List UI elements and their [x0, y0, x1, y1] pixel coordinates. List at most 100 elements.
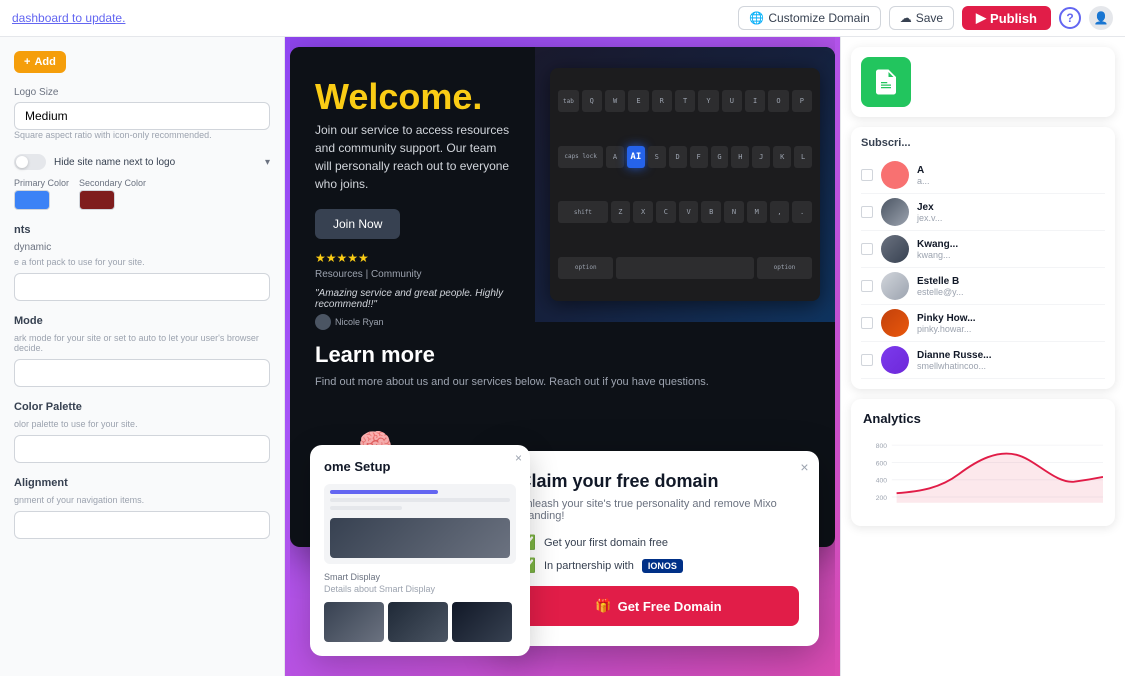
- font-label: nts: [14, 224, 270, 236]
- right-panel: Subscri... A a... Jex jex.v...: [840, 37, 1125, 676]
- user-icon: 👤: [1094, 11, 1109, 25]
- sub-name: Pinky How...: [917, 313, 1105, 324]
- keyboard-row-4: option option: [558, 242, 812, 293]
- color-palette-label: Color Palette: [14, 401, 270, 413]
- home-setup-close[interactable]: ×: [515, 451, 522, 465]
- sub-name: A: [917, 165, 1105, 176]
- table-row: Dianne Russe... smellwhatincoo...: [861, 342, 1105, 379]
- preview-bar-1: [330, 498, 510, 502]
- row-checkbox[interactable]: [861, 206, 873, 218]
- key-space: [616, 257, 754, 279]
- home-setup-title: ome Setup: [324, 459, 516, 474]
- primary-color-swatch[interactable]: [14, 190, 50, 210]
- publish-icon: ▶: [976, 10, 986, 26]
- save-button[interactable]: ☁ Save: [889, 6, 954, 30]
- svg-text:600: 600: [876, 460, 887, 467]
- thumbnail-3: [452, 602, 512, 642]
- domain-card-close[interactable]: ×: [800, 459, 808, 475]
- key-ai: AI: [627, 146, 645, 168]
- color-palette-select[interactable]: [14, 435, 270, 463]
- sub-email: jex.v...: [917, 213, 1105, 223]
- sub-avatar: [881, 235, 909, 263]
- add-section: + Add: [14, 51, 270, 73]
- learn-more-text: Find out more about us and our services …: [315, 374, 810, 391]
- hide-site-name-label: Hide site name next to logo: [54, 157, 175, 168]
- sub-avatar: [881, 272, 909, 300]
- add-button[interactable]: + Add: [14, 51, 66, 73]
- keyboard-row-3: shift Z X C V B N M , .: [558, 187, 812, 238]
- publish-button[interactable]: ▶ Publish: [962, 6, 1051, 30]
- row-checkbox[interactable]: [861, 280, 873, 292]
- hide-site-name-toggle[interactable]: [14, 154, 46, 170]
- key-option: option: [558, 257, 613, 279]
- keyboard-row-2: caps lock A AI S D F G H J K L: [558, 131, 812, 182]
- top-bar-left: dashboard to update.: [12, 11, 125, 25]
- domain-check-1: ✅ Get your first domain free: [519, 534, 799, 551]
- join-now-button[interactable]: Join Now: [315, 209, 400, 239]
- table-row: A a...: [861, 157, 1105, 194]
- left-panel: + Add Logo Size Medium Square aspect rat…: [0, 37, 285, 676]
- sub-info: Estelle B estelle@y...: [917, 276, 1105, 297]
- sub-email: estelle@y...: [917, 287, 1105, 297]
- sub-email: pinky.howar...: [917, 324, 1105, 334]
- domain-claim-card: × Claim your free domain Unleash your si…: [499, 451, 819, 646]
- google-sheets-icon: [861, 57, 911, 107]
- top-bar: dashboard to update. 🌐 Customize Domain …: [0, 0, 1125, 37]
- get-free-domain-button[interactable]: 🎁 Get Free Domain: [519, 586, 799, 626]
- logo-size-section: Logo Size Medium Square aspect ratio wit…: [14, 87, 270, 140]
- secondary-color-group: Secondary Color: [79, 178, 146, 210]
- preview-bar-short: [330, 506, 402, 510]
- key-tab: tab: [558, 90, 578, 112]
- learn-more-section: Learn more Find out more about us and ou…: [290, 322, 835, 411]
- sub-name: Kwang...: [917, 239, 1105, 250]
- canvas-area: Welcome. Join our service to access reso…: [290, 37, 835, 676]
- help-button[interactable]: ?: [1059, 7, 1081, 29]
- testimonial-text: "Amazing service and great people. Highl…: [315, 288, 510, 310]
- ionos-partner: IONOS: [642, 559, 683, 573]
- alignment-hint: gnment of your navigation items.: [14, 495, 270, 505]
- ionos-badge: IONOS: [642, 559, 683, 573]
- sub-info: Pinky How... pinky.howar...: [917, 313, 1105, 334]
- row-checkbox[interactable]: [861, 354, 873, 366]
- row-checkbox[interactable]: [861, 243, 873, 255]
- user-avatar[interactable]: 👤: [1089, 6, 1113, 30]
- color-row: Primary Color Secondary Color: [14, 178, 270, 210]
- alignment-select[interactable]: [14, 511, 270, 539]
- save-icon: ☁: [900, 11, 912, 25]
- key-shift: shift: [558, 201, 607, 223]
- subscribers-card: Subscri... A a... Jex jex.v...: [851, 127, 1115, 389]
- table-row: Estelle B estelle@y...: [861, 268, 1105, 305]
- row-checkbox[interactable]: [861, 169, 873, 181]
- globe-icon: 🌐: [749, 11, 764, 25]
- customize-domain-button[interactable]: 🌐 Customize Domain: [738, 6, 880, 30]
- mode-select[interactable]: [14, 359, 270, 387]
- gift-icon: 🎁: [595, 598, 611, 614]
- sub-avatar: [881, 309, 909, 337]
- sub-info: Jex jex.v...: [917, 202, 1105, 223]
- star-rating: ★★★★★: [315, 251, 510, 265]
- svg-text:400: 400: [876, 478, 887, 485]
- testimonial-author: Nicole Ryan: [315, 314, 510, 330]
- home-setup-caption2: Details about Smart Display: [324, 584, 516, 594]
- svg-text:800: 800: [876, 443, 887, 450]
- sub-email: smellwhatincoo...: [917, 361, 1105, 371]
- top-bar-right: 🌐 Customize Domain ☁ Save ▶ Publish ? 👤: [738, 6, 1113, 30]
- sub-avatar: [881, 346, 909, 374]
- toggle-knob: [16, 156, 28, 168]
- learn-more-heading: Learn more: [315, 342, 810, 368]
- analytics-title: Analytics: [863, 411, 1103, 426]
- secondary-color-swatch[interactable]: [79, 190, 115, 210]
- row-checkbox[interactable]: [861, 317, 873, 329]
- keyboard-row-1: tab Q W E R T Y U I O P: [558, 76, 812, 127]
- preview-bar-blue: [330, 490, 438, 494]
- dashboard-link[interactable]: dashboard to update.: [12, 11, 125, 25]
- dynamic-label: dynamic: [14, 242, 270, 253]
- colors-section: Primary Color Secondary Color: [14, 178, 270, 210]
- dropdown-arrow-icon: ▾: [265, 157, 270, 168]
- hero-subtext: Join our service to access resources and…: [315, 121, 510, 193]
- font-section: nts dynamic e a font pack to use for you…: [14, 224, 270, 301]
- analytics-chart: 800 600 400 200: [863, 434, 1103, 514]
- font-pack-select[interactable]: [14, 273, 270, 301]
- font-hint: e a font pack to use for your site.: [14, 257, 270, 267]
- logo-size-select[interactable]: Medium: [14, 102, 270, 130]
